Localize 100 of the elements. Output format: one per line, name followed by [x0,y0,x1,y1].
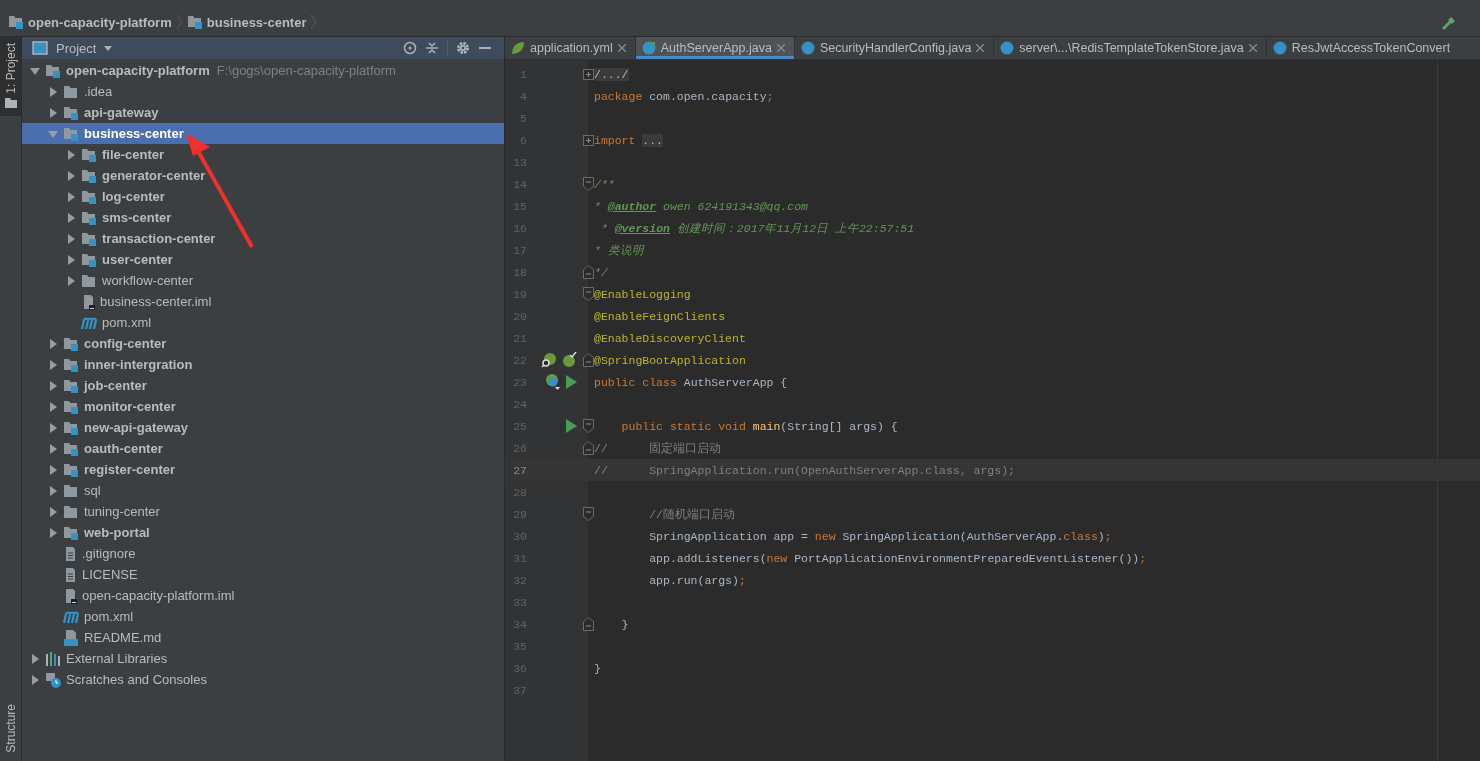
tree-item[interactable]: user-center [22,249,504,270]
collapsed-arrow-icon[interactable] [48,380,58,391]
fold-collapse-icon[interactable] [583,507,594,521]
collapsed-arrow-icon[interactable] [66,191,76,202]
tree-item[interactable]: .idea [22,81,504,102]
tree-item[interactable]: new-api-gateway [22,417,504,438]
module-folder-icon [63,420,79,435]
collapse-all-icon[interactable] [425,41,439,55]
run-icon[interactable] [565,375,577,389]
tree-item[interactable]: job-center [22,375,504,396]
code-line: @EnableFeignClients [594,309,726,323]
tree-item[interactable]: External Libraries [22,648,504,669]
collapsed-arrow-icon[interactable] [66,233,76,244]
tree-item[interactable]: workflow-center [22,270,504,291]
collapsed-arrow-icon[interactable] [48,107,58,118]
tree-item[interactable]: monitor-center [22,396,504,417]
locate-icon[interactable] [403,41,417,55]
editor-tab[interactable]: AuthServerApp.java [635,37,795,59]
bean-check-icon[interactable] [561,352,577,368]
code-line: app.run(args); [648,573,746,587]
fold-collapse-icon[interactable] [583,287,594,301]
tree-item[interactable]: sql [22,480,504,501]
collapsed-arrow-icon[interactable] [48,464,58,475]
fold-collapse-icon[interactable] [583,419,594,433]
code-line: * 类说明 [594,242,644,258]
tree-item[interactable]: inner-intergration [22,354,504,375]
tree-item[interactable]: .gitignore [22,543,504,564]
close-icon[interactable] [1248,44,1257,52]
close-icon[interactable] [617,44,626,52]
collapsed-arrow-icon[interactable] [48,359,58,370]
collapsed-arrow-icon[interactable] [48,86,58,97]
fold-collapse-icon[interactable] [583,617,594,631]
close-icon[interactable] [776,44,785,52]
collapsed-arrow-icon[interactable] [48,527,58,538]
tree-item[interactable]: oauth-center [22,438,504,459]
tree-item[interactable]: generator-center [22,165,504,186]
hammer-icon[interactable] [1440,14,1456,30]
editor-tab[interactable]: application.yml [505,37,636,59]
collapsed-arrow-icon[interactable] [66,212,76,223]
tree-item[interactable]: Scratches and Consoles [22,669,504,690]
fold-collapse-icon[interactable] [583,177,594,191]
maven-icon [81,315,97,330]
text-file-icon [63,566,77,583]
tree-item[interactable]: business-center [22,123,504,144]
tree-item[interactable]: pom.xml [22,606,504,627]
tree-item[interactable]: file-center [22,144,504,165]
tree-item[interactable]: transaction-center [22,228,504,249]
tree-item[interactable]: LICENSE [22,564,504,585]
class-icon [1000,41,1015,55]
tree-item[interactable]: tuning-center [22,501,504,522]
module-folder-icon [81,231,97,246]
code-line: } [620,617,629,631]
tree-item[interactable]: api-gateway [22,102,504,123]
run-icon[interactable] [565,419,577,433]
collapsed-arrow-icon[interactable] [48,422,58,433]
tree-item[interactable]: sms-center [22,207,504,228]
close-icon[interactable] [976,44,985,52]
collapsed-arrow-icon[interactable] [66,275,76,286]
tree-item[interactable]: open-capacity-platform.iml [22,585,504,606]
fold-expand-icon[interactable] [583,68,594,80]
tree-item[interactable]: open-capacity-platform F:\gogs\open-capacity-platform [22,60,504,81]
dropdown-caret-icon[interactable] [104,45,113,51]
tree-item[interactable]: register-center [22,459,504,480]
collapsed-arrow-icon[interactable] [66,254,76,265]
tree-item[interactable]: business-center.iml [22,291,504,312]
folder-icon [63,84,79,99]
collapsed-arrow-icon[interactable] [48,506,58,517]
breadcrumb-item[interactable]: business-center [206,14,307,30]
tree-item[interactable]: config-center [22,333,504,354]
tool-window-tab[interactable]: Structure [0,698,21,761]
markdown-file-icon [63,629,79,646]
collapsed-arrow-icon[interactable] [66,149,76,160]
collapsed-arrow-icon[interactable] [30,674,40,685]
collapsed-arrow-icon[interactable] [66,170,76,181]
collapsed-arrow-icon[interactable] [48,485,58,496]
fold-collapse-icon[interactable] [583,265,594,279]
expanded-arrow-icon[interactable] [30,65,40,76]
collapsed-arrow-icon[interactable] [48,443,58,454]
collapsed-arrow-icon[interactable] [48,338,58,349]
tree-item[interactable]: README.md [22,627,504,648]
editor-tab[interactable]: server\...\RedisTemplateTokenStore.java [994,37,1267,59]
fold-collapse-icon[interactable] [583,353,594,367]
tree-item[interactable]: pom.xml [22,312,504,333]
code-line: SpringApplication app = new SpringApplication(AuthServerApp.class); [648,529,1112,543]
tree-item[interactable]: log-center [22,186,504,207]
collapsed-arrow-icon[interactable] [30,653,40,664]
bean-search-icon[interactable] [541,352,557,368]
fold-expand-icon[interactable] [583,134,594,146]
module-folder-icon [81,147,97,162]
code-line: import ... [594,133,664,147]
tree-item[interactable]: web-portal [22,522,504,543]
collapsed-arrow-icon[interactable] [48,401,58,412]
tool-window-tab[interactable]: 1: Project [0,37,21,116]
breadcrumb-item[interactable]: open-capacity-platform [28,14,172,30]
class-icon[interactable] [545,374,561,390]
fold-collapse-icon[interactable] [583,441,594,455]
panel-title[interactable]: Project [56,40,97,56]
editor-tab[interactable]: SecurityHandlerConfig.java [794,37,995,59]
editor-tab[interactable]: ResJwtAccessTokenConvert [1266,37,1451,59]
settings-icon[interactable] [456,41,470,55]
